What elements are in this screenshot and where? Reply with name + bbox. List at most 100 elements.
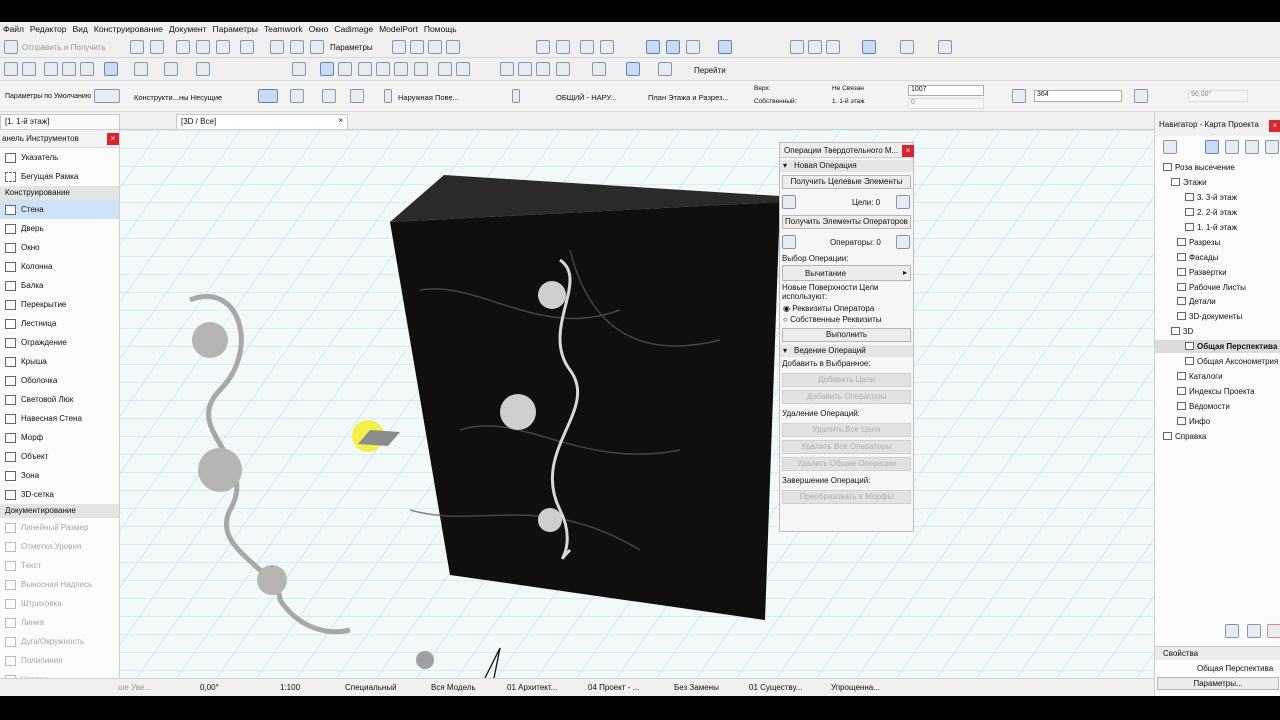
view-map-icon[interactable] bbox=[1225, 140, 1239, 154]
tool-zone[interactable]: Зона bbox=[0, 466, 119, 485]
sets-icon[interactable] bbox=[446, 40, 460, 54]
menu-design[interactable]: Конструирование bbox=[94, 24, 163, 34]
menu-document[interactable]: Документ bbox=[169, 24, 207, 34]
nav-item-schedules[interactable]: Каталоги bbox=[1177, 372, 1223, 381]
tool-label[interactable]: Выносная Надпись bbox=[0, 575, 119, 594]
section-icon[interactable] bbox=[658, 62, 672, 76]
delete-view-icon[interactable] bbox=[1267, 624, 1280, 638]
status-override[interactable]: Без Замены bbox=[674, 683, 719, 692]
multiply-icon[interactable] bbox=[500, 62, 514, 76]
nav-item-details[interactable]: Детали bbox=[1177, 297, 1216, 306]
tool-level-dimension[interactable]: Отметка Уровня bbox=[0, 537, 119, 556]
navigator-menu-icon[interactable] bbox=[1163, 140, 1177, 154]
rotate-icon[interactable] bbox=[518, 62, 532, 76]
tool-door[interactable]: Дверь bbox=[0, 219, 119, 238]
group-icon[interactable] bbox=[536, 40, 550, 54]
tool-column[interactable]: Колонна bbox=[0, 257, 119, 276]
nav-item-3d[interactable]: 3D bbox=[1171, 327, 1193, 336]
floor-plan-dropdown[interactable]: План Этажа и Разрез... bbox=[648, 93, 729, 102]
ruler-icon[interactable] bbox=[104, 62, 118, 76]
radio-own-attrs[interactable]: ○ Собственные Реквизиты bbox=[780, 314, 913, 325]
tool-arc[interactable]: Дуга/Окружность bbox=[0, 632, 119, 651]
mirror-icon[interactable] bbox=[536, 62, 550, 76]
nav-item-stories[interactable]: Этажи bbox=[1171, 178, 1207, 187]
section-design[interactable]: Конструирование bbox=[0, 186, 119, 200]
print-icon[interactable] bbox=[196, 40, 210, 54]
menu-view[interactable]: Вид bbox=[73, 24, 88, 34]
nav-item-story-3[interactable]: 3. 3-й этаж bbox=[1185, 193, 1237, 202]
layout-icon[interactable] bbox=[176, 40, 190, 54]
send-receive-button[interactable]: Отправить и Получить bbox=[22, 43, 106, 52]
tool-window[interactable]: Окно bbox=[0, 238, 119, 257]
structure-dropdown[interactable]: Конструкти...ны Несущие bbox=[134, 93, 222, 102]
redo-icon[interactable] bbox=[22, 62, 36, 76]
nav-item-lists[interactable]: Ведомости bbox=[1177, 402, 1230, 411]
get-targets-button[interactable]: Получить Целевые Элементы bbox=[782, 175, 911, 189]
layout-book-icon[interactable] bbox=[1245, 140, 1259, 154]
operation-select[interactable]: Вычитание ▸ bbox=[782, 265, 911, 281]
clone-view-icon[interactable] bbox=[1247, 624, 1261, 638]
padlock-icon[interactable] bbox=[292, 62, 306, 76]
split-icon[interactable] bbox=[394, 62, 408, 76]
thickness-field[interactable]: 364 bbox=[1034, 90, 1122, 102]
tool-curtain-wall[interactable]: Навесная Стена bbox=[0, 409, 119, 428]
new-view-icon[interactable] bbox=[1225, 624, 1239, 638]
menu-teamwork[interactable]: Teamwork bbox=[264, 24, 303, 34]
tool-marquee[interactable]: Бегущая Рамка bbox=[0, 167, 119, 186]
height-field[interactable]: 1007 bbox=[908, 85, 984, 96]
window-icon[interactable] bbox=[392, 40, 406, 54]
tool-shell[interactable]: Оболочка bbox=[0, 371, 119, 390]
go-to-dropdown[interactable]: Перейти bbox=[694, 66, 726, 75]
add-operators-button[interactable]: Добавить Операторы bbox=[782, 390, 911, 404]
status-model-view[interactable]: Вся Модель bbox=[431, 683, 476, 692]
snap-icon[interactable] bbox=[580, 40, 594, 54]
panel-close-icon[interactable]: × bbox=[902, 145, 914, 157]
magic-wand-icon[interactable] bbox=[938, 40, 952, 54]
nav-item-elevations[interactable]: Фасады bbox=[1177, 253, 1218, 262]
drag-icon[interactable] bbox=[556, 62, 570, 76]
menu-window[interactable]: Окно bbox=[309, 24, 329, 34]
tool-slab[interactable]: Перекрытие bbox=[0, 295, 119, 314]
tab-floor-plan[interactable]: [1. 1-й этаж] bbox=[0, 114, 120, 129]
remove-targets-button[interactable]: Удалить Все Цели bbox=[782, 423, 911, 437]
operators-select-icon[interactable] bbox=[896, 235, 910, 249]
eyedropper-icon[interactable] bbox=[62, 62, 76, 76]
execute-button[interactable]: Выполнить bbox=[782, 328, 911, 342]
3d-view-icon[interactable] bbox=[626, 62, 640, 76]
tool-beam[interactable]: Балка bbox=[0, 276, 119, 295]
status-zoom[interactable]: ше Уве... bbox=[118, 683, 151, 692]
nav-item-project-indexes[interactable]: Индексы Проекта bbox=[1177, 387, 1255, 396]
radio-operator-attrs[interactable]: ◉ Реквизиты Оператора bbox=[780, 303, 913, 314]
surface-dropdown[interactable]: Наружная Пове... bbox=[398, 93, 459, 102]
status-layer-combo[interactable]: Специальный bbox=[345, 683, 397, 692]
nav-item-perspective[interactable]: Общая Перспектива bbox=[1155, 340, 1280, 353]
top-value[interactable]: Не Связан bbox=[832, 85, 864, 92]
tab-close-icon[interactable]: × bbox=[338, 116, 343, 125]
status-scale[interactable]: 1:100 bbox=[280, 683, 300, 692]
slant-icon[interactable] bbox=[350, 89, 364, 103]
cursor-icon[interactable] bbox=[826, 40, 840, 54]
convert-to-morphs-button[interactable]: Преобразовать в Морфы bbox=[782, 490, 911, 504]
publisher-icon[interactable] bbox=[1265, 140, 1279, 154]
guide-icon[interactable] bbox=[646, 40, 660, 54]
status-structure[interactable]: Упрощенна... bbox=[831, 683, 880, 692]
intersect-icon[interactable] bbox=[358, 62, 372, 76]
marble-block[interactable] bbox=[390, 202, 780, 620]
arrow-icon[interactable] bbox=[900, 40, 914, 54]
tool-pointer[interactable]: Указатель bbox=[0, 148, 119, 167]
display-icon[interactable] bbox=[592, 62, 606, 76]
views-icon[interactable] bbox=[428, 40, 442, 54]
tool-stair[interactable]: Лестница bbox=[0, 314, 119, 333]
reserve-icon[interactable] bbox=[130, 40, 144, 54]
navigator-close-icon[interactable]: × bbox=[1269, 120, 1280, 132]
lock-icon[interactable] bbox=[686, 40, 700, 54]
tool-text[interactable]: Текст bbox=[0, 556, 119, 575]
nav-item-interior[interactable]: Развертки bbox=[1177, 268, 1227, 277]
geometry-method-icon[interactable] bbox=[94, 89, 120, 103]
stretch-icon[interactable] bbox=[376, 62, 390, 76]
view-settings-button[interactable]: Параметры... bbox=[1157, 677, 1279, 690]
menu-options[interactable]: Параметры bbox=[213, 24, 258, 34]
status-angle[interactable]: 0,00° bbox=[200, 683, 219, 692]
fillet-icon[interactable] bbox=[414, 62, 428, 76]
menu-modelport[interactable]: ModelPort bbox=[379, 24, 418, 34]
